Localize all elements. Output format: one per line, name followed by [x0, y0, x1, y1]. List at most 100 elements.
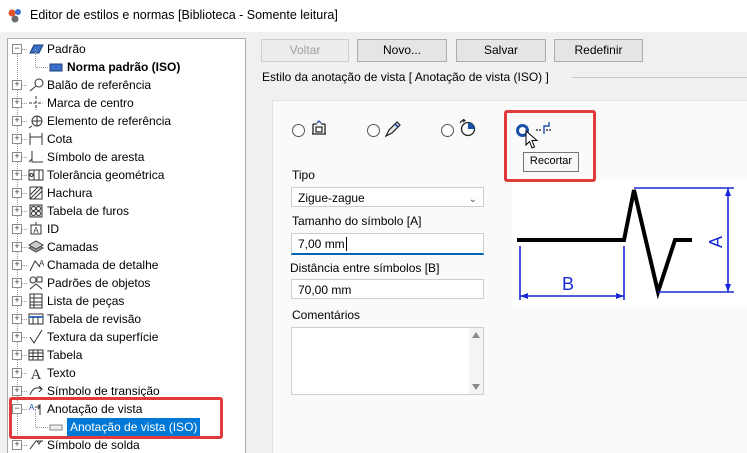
expand-icon[interactable]: + — [12, 368, 22, 378]
hatch-icon — [29, 186, 43, 200]
chevron-down-icon: ⌄ — [468, 194, 477, 205]
expand-icon[interactable]: + — [12, 296, 22, 306]
svg-text:A: A — [39, 259, 44, 268]
expand-icon[interactable]: + — [12, 134, 22, 144]
expand-icon[interactable]: + — [12, 314, 22, 324]
tree-item-label: Tabela — [47, 348, 83, 362]
tree-item[interactable]: + A Chamada de detalhe — [8, 256, 245, 274]
tree-item[interactable]: − Padrão — [8, 40, 245, 58]
expand-icon[interactable]: + — [12, 152, 22, 162]
expand-icon[interactable]: + — [12, 98, 22, 108]
tree-item-label: Hachura — [47, 186, 93, 200]
tree-item-label: Tabela de furos — [47, 204, 130, 218]
tree-item[interactable]: + Hachura — [8, 184, 245, 202]
feature-control-frame-icon — [28, 169, 44, 181]
app-logo-icon — [8, 9, 21, 23]
parts-list-icon — [29, 293, 43, 309]
tree-guide-line — [22, 121, 27, 122]
symbol-size-label: Tamanho do símbolo [A] — [292, 214, 422, 228]
weld-symbol-icon — [29, 440, 43, 450]
tree-item-label: ID — [47, 222, 59, 236]
standard-icon — [29, 44, 44, 54]
tree-guide-line — [22, 229, 27, 230]
new-button[interactable]: Novo... — [357, 39, 447, 62]
tree-guide-line — [22, 211, 27, 212]
window-title: Editor de estilos e normas [Biblioteca -… — [30, 8, 338, 22]
tree-item[interactable]: + Textura da superfície — [8, 328, 245, 346]
layers-icon — [28, 240, 44, 253]
comments-textarea[interactable] — [291, 327, 484, 395]
scroll-up-icon[interactable] — [472, 332, 480, 338]
expand-icon[interactable]: + — [12, 332, 22, 342]
tree-guide-line — [22, 355, 27, 356]
expand-icon[interactable]: + — [12, 188, 22, 198]
collapse-icon[interactable]: − — [12, 44, 22, 54]
tree-item[interactable]: + A Texto — [8, 364, 245, 382]
svg-text:A: A — [31, 367, 42, 381]
tree-guide-line — [22, 373, 27, 374]
tree-guide-line — [22, 157, 27, 158]
center-mark-icon — [29, 96, 43, 110]
expand-icon[interactable]: + — [12, 278, 22, 288]
tree-item[interactable]: + Elemento de referência — [8, 112, 245, 130]
tree-guide-line — [22, 445, 27, 446]
comments-scrollbar[interactable] — [469, 328, 483, 394]
expand-icon[interactable]: + — [12, 350, 22, 360]
symbol-distance-input[interactable]: 70,00 mm — [291, 279, 484, 299]
tree-guide-line — [22, 85, 27, 86]
back-button[interactable]: Voltar — [261, 39, 349, 62]
tree-guide-line — [35, 49, 36, 67]
expand-icon[interactable]: + — [12, 80, 22, 90]
tree-guide-line — [22, 337, 27, 338]
tree-item[interactable]: + Tabela de furos — [8, 202, 245, 220]
tree-item[interactable]: + Camadas — [8, 238, 245, 256]
expand-icon[interactable]: + — [12, 440, 22, 450]
tree-item[interactable]: + Padrões de objetos — [8, 274, 245, 292]
save-button[interactable]: Salvar — [456, 39, 546, 62]
tree-item[interactable]: + Tabela de revisão — [8, 310, 245, 328]
reset-button[interactable]: Redefinir — [554, 39, 643, 62]
tree-item-label: Lista de peças — [47, 294, 125, 308]
tree-item-label: Tabela de revisão — [47, 312, 142, 326]
tree-item-label: Texto — [47, 366, 76, 380]
dimension-b-label: B — [562, 274, 574, 294]
datum-target-icon — [28, 115, 43, 129]
expand-icon[interactable]: + — [12, 242, 22, 252]
tree-item[interactable]: + A ID — [8, 220, 245, 238]
symbol-size-input[interactable]: 7,00 mm — [291, 233, 484, 255]
title-bar: Editor de estilos e normas [Biblioteca -… — [0, 0, 747, 32]
expand-icon[interactable]: + — [12, 386, 22, 396]
tree-item[interactable]: + Marca de centro — [8, 94, 245, 112]
tree-item[interactable]: + Tabela — [8, 346, 245, 364]
detail-view-icon — [384, 121, 401, 138]
edge-symbol-icon — [28, 151, 43, 163]
expand-icon[interactable]: + — [12, 260, 22, 270]
tree-guide-line — [22, 49, 27, 50]
dimension-icon — [29, 133, 43, 145]
expand-icon[interactable]: + — [12, 206, 22, 216]
tree-item[interactable]: + Balão de referência — [8, 76, 245, 94]
expand-icon[interactable]: + — [12, 224, 22, 234]
styles-tree[interactable]: − Padrão Norma padrão (ISO) + Balão de refer… — [7, 38, 246, 453]
expand-icon[interactable]: + — [12, 170, 22, 180]
svg-text:A: A — [33, 226, 39, 235]
text-caret — [345, 237, 347, 251]
tree-item[interactable]: Norma padrão (ISO) — [8, 49, 245, 76]
view-option-2-radio[interactable] — [367, 124, 380, 137]
tree-item[interactable]: + Lista de peças — [8, 292, 245, 310]
tree-item[interactable]: + Cota — [8, 130, 245, 148]
section-divider — [572, 77, 747, 78]
view-option-3-radio[interactable] — [441, 124, 454, 137]
type-label: Tipo — [292, 168, 315, 182]
type-select-value: Zigue-zague — [298, 191, 365, 205]
type-select[interactable]: Zigue-zague ⌄ — [291, 187, 484, 207]
option-highlight-box — [504, 110, 596, 182]
view-option-1-radio[interactable] — [292, 124, 305, 137]
tree-item[interactable]: + Tolerância geométrica — [8, 166, 245, 184]
expand-icon[interactable]: + — [12, 116, 22, 126]
tree-guide-line — [22, 247, 27, 248]
tree-guide-line — [22, 265, 27, 266]
scroll-down-icon[interactable] — [472, 384, 480, 390]
section-view-icon — [312, 120, 326, 135]
tree-item[interactable]: + Símbolo de aresta — [8, 148, 245, 166]
